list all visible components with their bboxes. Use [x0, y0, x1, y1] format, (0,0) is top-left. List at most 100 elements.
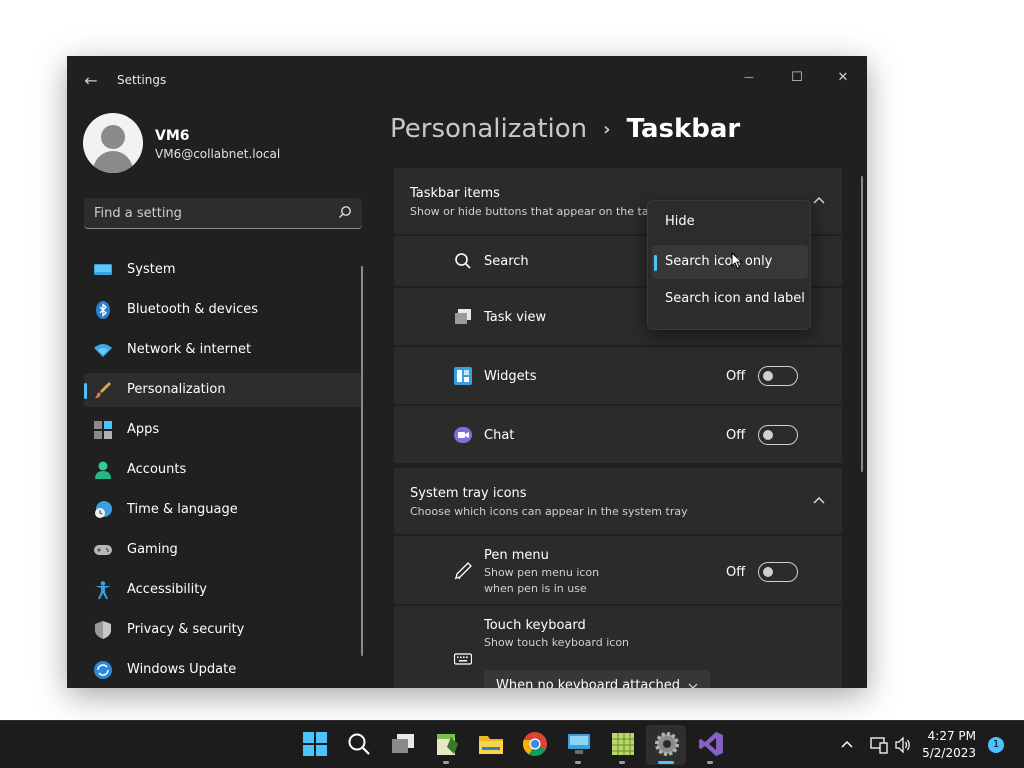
file-explorer-icon[interactable] — [478, 731, 504, 757]
task-view-icon[interactable] — [390, 731, 416, 757]
sidebar-item-windows-update[interactable]: Windows Update — [84, 653, 362, 687]
mouse-cursor-icon — [731, 252, 743, 270]
widgets-row[interactable]: Widgets Off — [394, 347, 842, 404]
notification-badge[interactable]: 1 — [988, 737, 1004, 753]
taskbar-search-icon[interactable] — [346, 731, 372, 757]
maximize-icon: ☐ — [791, 69, 803, 85]
sidebar-item-label: Time & language — [127, 502, 238, 517]
chevron-up-icon[interactable] — [840, 738, 854, 752]
spreadsheet-icon[interactable] — [610, 731, 636, 757]
menu-option-search-icon-only[interactable]: Search icon only — [652, 245, 808, 279]
sidebar-item-label: Accessibility — [127, 582, 207, 597]
sidebar-item-label: Gaming — [127, 542, 178, 557]
pen-menu-row[interactable]: Pen menu Show pen menu icon when pen is … — [394, 536, 842, 604]
row-label: Chat — [484, 428, 515, 443]
app-title: Settings — [117, 73, 167, 87]
row-label: Widgets — [484, 369, 537, 384]
menu-option-search-icon-and-label[interactable]: Search icon and label — [652, 282, 808, 316]
section-title: Taskbar items — [410, 186, 500, 201]
toggle-state: Off — [726, 565, 746, 580]
gamepad-icon — [94, 545, 112, 555]
sidebar-scrollbar[interactable] — [361, 266, 363, 656]
chevron-up-icon[interactable] — [812, 494, 826, 508]
menu-option-label: Hide — [665, 214, 695, 229]
sidebar-item-time-language[interactable]: Time & language — [84, 493, 362, 527]
search-icon — [339, 206, 351, 218]
sidebar-item-accounts[interactable]: Accounts — [84, 453, 362, 487]
apps-icon — [94, 421, 112, 439]
settings-gear-icon[interactable] — [654, 731, 680, 757]
avatar-head — [101, 125, 125, 149]
shield-icon — [95, 621, 111, 639]
search-placeholder: Find a setting — [94, 206, 182, 221]
maximize-button[interactable]: ☐ — [777, 62, 817, 92]
running-indicator — [707, 761, 713, 764]
chrome-icon[interactable] — [522, 731, 548, 757]
touch-keyboard-dropdown[interactable]: When no keyboard attached — [484, 670, 710, 688]
monitor-icon — [94, 264, 112, 275]
sidebar-item-label: Accounts — [127, 462, 187, 477]
search-input[interactable]: Find a setting — [84, 198, 362, 229]
remote-desktop-icon[interactable] — [566, 731, 592, 757]
start-windows-icon[interactable] — [302, 731, 328, 757]
task-view-icon — [455, 309, 471, 324]
menu-option-hide[interactable]: Hide — [652, 205, 808, 239]
chevron-down-icon — [688, 683, 698, 688]
breadcrumb-parent[interactable]: Personalization — [390, 114, 587, 144]
sidebar-item-label: Bluetooth & devices — [127, 302, 258, 317]
back-button[interactable]: ← — [79, 68, 103, 92]
dropdown-value: When no keyboard attached — [496, 678, 680, 688]
breadcrumb: Personalization › Taskbar — [390, 114, 740, 144]
search-mode-menu: Hide Search icon only Search icon and la… — [647, 200, 811, 330]
active-indicator — [658, 761, 674, 764]
bluetooth-icon — [96, 301, 110, 319]
network-icon[interactable] — [870, 736, 888, 754]
clock-date[interactable]: 5/2/2023 — [920, 746, 976, 760]
sidebar-item-privacy[interactable]: Privacy & security — [84, 613, 362, 647]
widgets-icon — [454, 367, 472, 385]
sidebar-item-apps[interactable]: Apps — [84, 413, 362, 447]
settings-window: ← Settings — ☐ ✕ VM6 VM6@collabnet.local… — [67, 56, 867, 688]
row-description: when pen is in use — [484, 582, 587, 595]
chevron-up-icon[interactable] — [812, 194, 826, 208]
user-name: VM6 — [155, 128, 190, 144]
running-indicator — [575, 761, 581, 764]
toggle-state: Off — [726, 428, 746, 443]
chat-row[interactable]: Chat Off — [394, 406, 842, 463]
pen-menu-toggle[interactable] — [758, 562, 798, 582]
system-tray-header[interactable]: System tray icons Choose which icons can… — [394, 468, 842, 534]
row-description: Show pen menu icon — [484, 566, 600, 579]
notepad-icon[interactable] — [434, 731, 460, 757]
sidebar-item-bluetooth[interactable]: Bluetooth & devices — [84, 293, 362, 327]
close-button[interactable]: ✕ — [823, 62, 863, 92]
row-label: Search — [484, 254, 529, 269]
row-description: Show touch keyboard icon — [484, 636, 630, 649]
widgets-toggle[interactable] — [758, 366, 798, 386]
active-indicator — [84, 383, 87, 399]
sidebar-item-gaming[interactable]: Gaming — [84, 533, 362, 567]
sidebar-item-personalization[interactable]: Personalization — [84, 373, 362, 407]
sidebar-item-system[interactable]: System — [84, 253, 362, 287]
volume-icon[interactable] — [894, 736, 912, 754]
avatar[interactable] — [83, 113, 143, 173]
avatar-body — [93, 151, 133, 173]
row-label: Task view — [484, 310, 547, 325]
sidebar-item-label: Network & internet — [127, 342, 252, 357]
toggle-state: Off — [726, 369, 746, 384]
chat-icon — [454, 427, 472, 443]
chat-toggle[interactable] — [758, 425, 798, 445]
content-scrollbar[interactable] — [861, 176, 863, 472]
row-label: Touch keyboard — [484, 618, 586, 633]
close-icon: ✕ — [837, 69, 849, 85]
user-email: VM6@collabnet.local — [155, 147, 281, 161]
visual-studio-icon[interactable] — [698, 731, 724, 757]
back-arrow-icon: ← — [84, 70, 98, 90]
search-icon — [455, 253, 471, 269]
minimize-button[interactable]: — — [729, 62, 769, 92]
sidebar-item-network[interactable]: Network & internet — [84, 333, 362, 367]
paintbrush-icon — [95, 382, 111, 399]
sidebar-item-accessibility[interactable]: Accessibility — [84, 573, 362, 607]
touch-keyboard-row[interactable]: Touch keyboard Show touch keyboard icon … — [394, 606, 842, 688]
clock-time[interactable]: 4:27 PM — [920, 729, 976, 743]
menu-option-label: Search icon only — [665, 254, 773, 269]
